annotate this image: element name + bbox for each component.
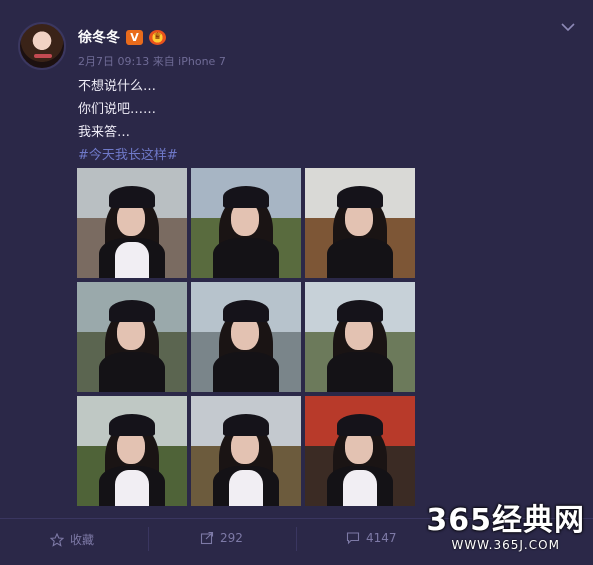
author-name[interactable]: 徐冬冬 [78, 27, 120, 47]
author-avatar[interactable] [18, 22, 66, 70]
photo-thumbnail[interactable] [305, 282, 415, 392]
photo-thumbnail[interactable] [305, 168, 415, 278]
favorite-label: 收藏 [70, 533, 95, 547]
post-meta[interactable]: 2月7日 09:13 来自 iPhone 7 [78, 53, 226, 69]
photo-grid [77, 168, 415, 506]
star-icon [50, 532, 64, 547]
photo-thumbnail[interactable] [191, 396, 301, 506]
repost-button[interactable]: 292 [200, 531, 243, 545]
photo-thumbnail[interactable] [77, 396, 187, 506]
photo-thumbnail[interactable] [77, 168, 187, 278]
photo-thumbnail[interactable] [77, 282, 187, 392]
favorite-button[interactable]: 收藏 [50, 531, 94, 548]
watermark-title: 365经典网 [426, 503, 585, 538]
post-text-line-3: 我来答… [78, 125, 131, 140]
photo-thumbnail[interactable] [305, 396, 415, 506]
watermark-url: WWW.365J.COM [451, 538, 560, 552]
site-watermark: 365经典网 WWW.365J.COM [426, 503, 585, 553]
comment-count: 4147 [366, 531, 397, 545]
comment-icon [346, 532, 360, 545]
photo-thumbnail[interactable] [191, 168, 301, 278]
author-row: 徐冬冬 V ♛ [78, 27, 166, 47]
post-text-line-2: 你们说吧…… [78, 102, 157, 117]
footer-divider [148, 527, 149, 551]
photo-thumbnail[interactable] [191, 282, 301, 392]
comment-button[interactable]: 4147 [346, 531, 397, 545]
member-crown-icon: ♛ [149, 29, 166, 45]
repost-count: 292 [220, 531, 243, 545]
footer-divider [296, 527, 297, 551]
hashtag-link[interactable]: #今天我长这样# [78, 144, 178, 163]
verified-badge-icon: V [126, 29, 143, 45]
share-icon [200, 531, 214, 545]
chevron-down-icon[interactable] [559, 18, 577, 36]
weibo-post-card: 徐冬冬 V ♛ 2月7日 09:13 来自 iPhone 7 不想说什么… 你们… [0, 0, 593, 565]
post-text-line-1: 不想说什么… [78, 79, 157, 94]
